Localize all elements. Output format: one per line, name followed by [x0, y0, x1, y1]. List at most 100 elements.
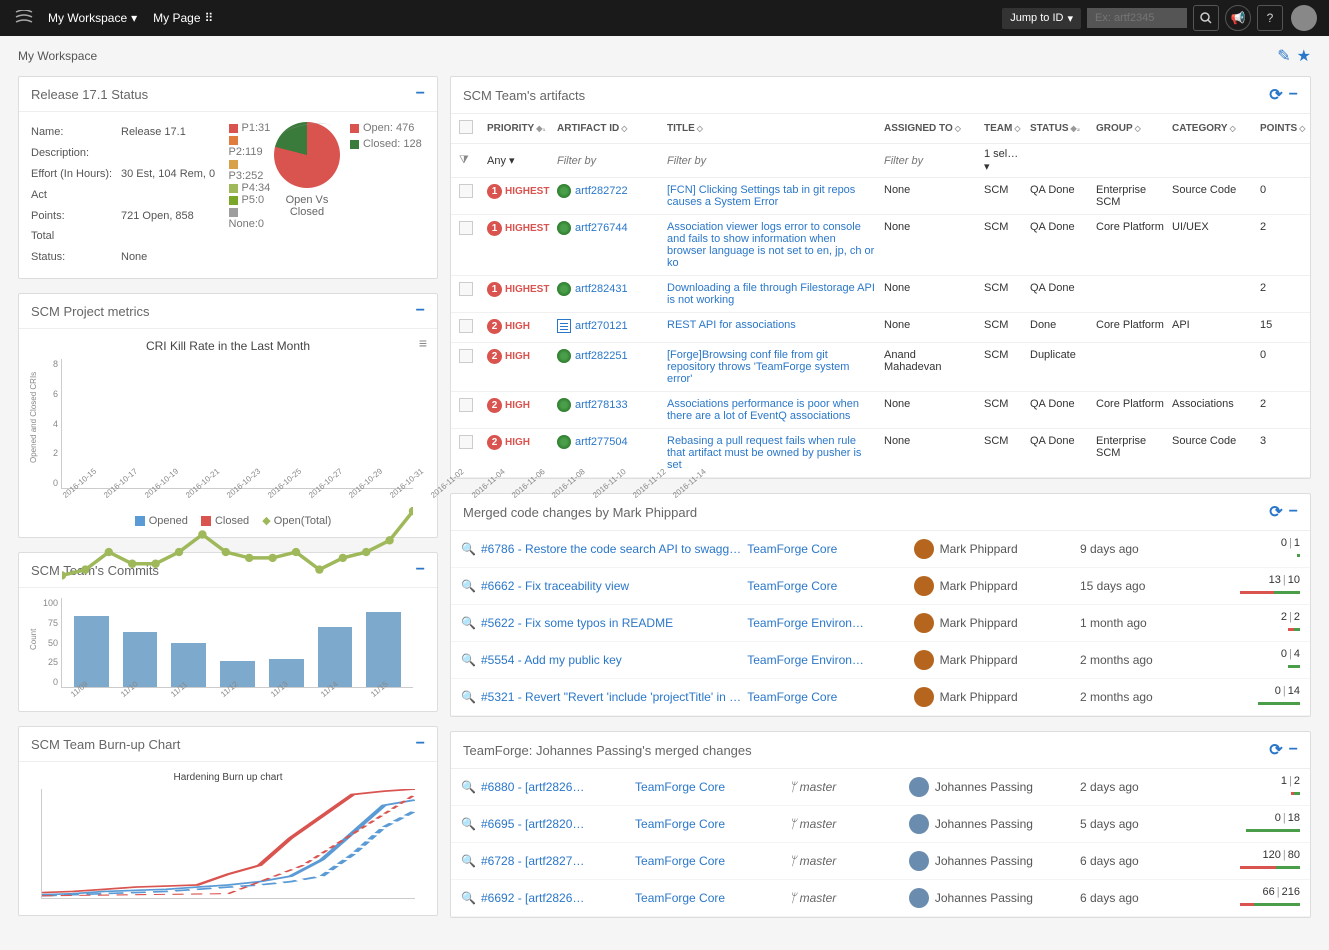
collapse-icon[interactable]: −	[416, 85, 425, 103]
avatar	[914, 650, 934, 670]
repo-link[interactable]: TeamForge Core	[635, 891, 725, 905]
sort-icon[interactable]: ◇	[621, 124, 627, 133]
row-checkbox[interactable]	[459, 282, 473, 296]
artifact-link[interactable]: artf276744	[575, 222, 628, 234]
search-icon[interactable]: 🔍	[461, 854, 481, 868]
sort-icon[interactable]: ◇	[1230, 124, 1236, 133]
priority-filter[interactable]: Any ▾	[487, 155, 515, 167]
artifact-link[interactable]: artf282251	[575, 350, 628, 362]
artifact-title-link[interactable]: Association viewer logs error to console…	[667, 221, 874, 269]
jump-to-id-dropdown[interactable]: Jump to ID ▾	[1002, 8, 1081, 29]
refresh-icon[interactable]: ⟳	[1269, 740, 1282, 760]
search-icon[interactable]: 🔍	[461, 780, 481, 794]
select-all-checkbox[interactable]	[459, 120, 473, 134]
page-selector[interactable]: My Page ⠿	[153, 11, 211, 25]
chart-title: CRI Kill Rate in the Last Month	[31, 339, 425, 353]
change-link[interactable]: #5321 - Revert "Revert 'include 'project…	[481, 690, 747, 704]
repo-link[interactable]: TeamForge Core	[635, 817, 725, 831]
row-checkbox[interactable]	[459, 319, 473, 333]
sort-icon[interactable]: ◇	[697, 124, 703, 133]
collapse-icon[interactable]: −	[416, 561, 425, 579]
collapse-icon[interactable]: −	[1289, 503, 1298, 521]
title-filter[interactable]	[667, 155, 876, 167]
change-link[interactable]: #6662 - Fix traceability view	[481, 579, 629, 593]
artifact-title-link[interactable]: Associations performance is poor when th…	[667, 398, 859, 422]
branch-label: ᛘ master	[789, 854, 909, 868]
avatar	[909, 777, 929, 797]
sort-icon[interactable]: ◇	[1014, 124, 1020, 133]
repo-link[interactable]: TeamForge Core	[635, 780, 725, 794]
table-row: 1HIGHEST artf276744 Association viewer l…	[451, 215, 1310, 276]
artifact-link[interactable]: artf282722	[575, 185, 628, 197]
repo-link[interactable]: TeamForge Environ…	[747, 616, 864, 630]
priority-badge: 2HIGH	[487, 319, 530, 334]
search-input[interactable]	[1087, 8, 1187, 28]
artifact-title-link[interactable]: [FCN] Clicking Settings tab in git repos…	[667, 184, 855, 208]
collapse-icon[interactable]: −	[416, 735, 425, 753]
change-link[interactable]: #6728 - [artf2827…	[481, 854, 584, 868]
chart-menu-icon[interactable]: ≡	[419, 335, 427, 351]
priority-legend: P1:31P2:119P3:252P4:34P5:0None:0	[229, 122, 274, 268]
sort-icon[interactable]: ◆₁	[536, 124, 545, 133]
collapse-icon[interactable]: −	[416, 302, 425, 320]
search-icon[interactable]: 🔍	[461, 690, 481, 704]
edit-icon[interactable]: ✎	[1277, 46, 1290, 66]
cri-chart: 86420	[61, 359, 413, 489]
artifact-link[interactable]: artf270121	[575, 320, 628, 332]
search-icon[interactable]: 🔍	[461, 653, 481, 667]
search-icon[interactable]: 🔍	[461, 616, 481, 630]
refresh-icon[interactable]: ⟳	[1269, 502, 1282, 522]
search-button[interactable]	[1193, 5, 1219, 31]
repo-link[interactable]: TeamForge Core	[747, 542, 837, 556]
repo-link[interactable]: TeamForge Core	[747, 690, 837, 704]
assigned-filter[interactable]	[884, 155, 976, 167]
priority-badge: 1HIGHEST	[487, 184, 549, 199]
search-icon[interactable]: 🔍	[461, 579, 481, 593]
announcements-icon[interactable]: 📢	[1225, 5, 1251, 31]
row-checkbox[interactable]	[459, 398, 473, 412]
change-link[interactable]: #6786 - Restore the code search API to s…	[481, 542, 747, 556]
change-link[interactable]: #6695 - [artf2820…	[481, 817, 584, 831]
repo-link[interactable]: TeamForge Core	[635, 854, 725, 868]
change-link[interactable]: #6880 - [artf2826…	[481, 780, 584, 794]
priority-badge: 2HIGH	[487, 349, 530, 364]
search-icon[interactable]: 🔍	[461, 542, 481, 556]
change-link[interactable]: #5554 - Add my public key	[481, 653, 622, 667]
panel-title: TeamForge: Johannes Passing's merged cha…	[463, 743, 752, 758]
user-avatar[interactable]	[1291, 5, 1317, 31]
artifact-link[interactable]: artf278133	[575, 399, 628, 411]
change-link[interactable]: #6692 - [artf2826…	[481, 891, 584, 905]
filter-icon[interactable]: ⧩	[459, 154, 469, 166]
star-icon[interactable]: ★	[1297, 46, 1311, 66]
repo-link[interactable]: TeamForge Environ…	[747, 653, 864, 667]
sort-icon[interactable]: ◇	[955, 124, 961, 133]
artifact-link[interactable]: artf277504	[575, 436, 628, 448]
artifact-title-link[interactable]: [Forge]Browsing conf file from git repos…	[667, 349, 849, 385]
team-filter[interactable]: 1 sel… ▾	[984, 148, 1018, 173]
artifact-id-filter[interactable]	[557, 155, 659, 167]
row-checkbox[interactable]	[459, 184, 473, 198]
artifact-title-link[interactable]: Rebasing a pull request fails when rule …	[667, 435, 861, 471]
collapse-icon[interactable]: −	[1289, 741, 1298, 759]
branch-icon: ᛘ	[789, 817, 796, 831]
collapse-icon[interactable]: −	[1289, 86, 1298, 104]
artifact-title-link[interactable]: Downloading a file through Filestorage A…	[667, 282, 875, 306]
workspace-dropdown[interactable]: My Workspace ▾	[48, 11, 137, 25]
row-checkbox[interactable]	[459, 349, 473, 363]
change-link[interactable]: #5622 - Fix some typos in README	[481, 616, 673, 630]
list-item: 🔍 #6662 - Fix traceability view TeamForg…	[451, 568, 1310, 605]
search-icon[interactable]: 🔍	[461, 891, 481, 905]
search-icon[interactable]: 🔍	[461, 817, 481, 831]
sort-icon[interactable]: ◇	[1135, 124, 1141, 133]
artifact-link[interactable]: artf282431	[575, 283, 628, 295]
app-logo[interactable]	[12, 10, 36, 27]
row-checkbox[interactable]	[459, 435, 473, 449]
sort-icon[interactable]: ◆₂	[1071, 124, 1081, 133]
repo-link[interactable]: TeamForge Core	[747, 579, 837, 593]
help-icon[interactable]: ?	[1257, 5, 1283, 31]
artifact-title-link[interactable]: REST API for associations	[667, 319, 796, 331]
sort-icon[interactable]: ◇	[1299, 124, 1305, 133]
row-checkbox[interactable]	[459, 221, 473, 235]
refresh-icon[interactable]: ⟳	[1269, 85, 1282, 105]
breadcrumb[interactable]: My Workspace	[18, 49, 97, 63]
